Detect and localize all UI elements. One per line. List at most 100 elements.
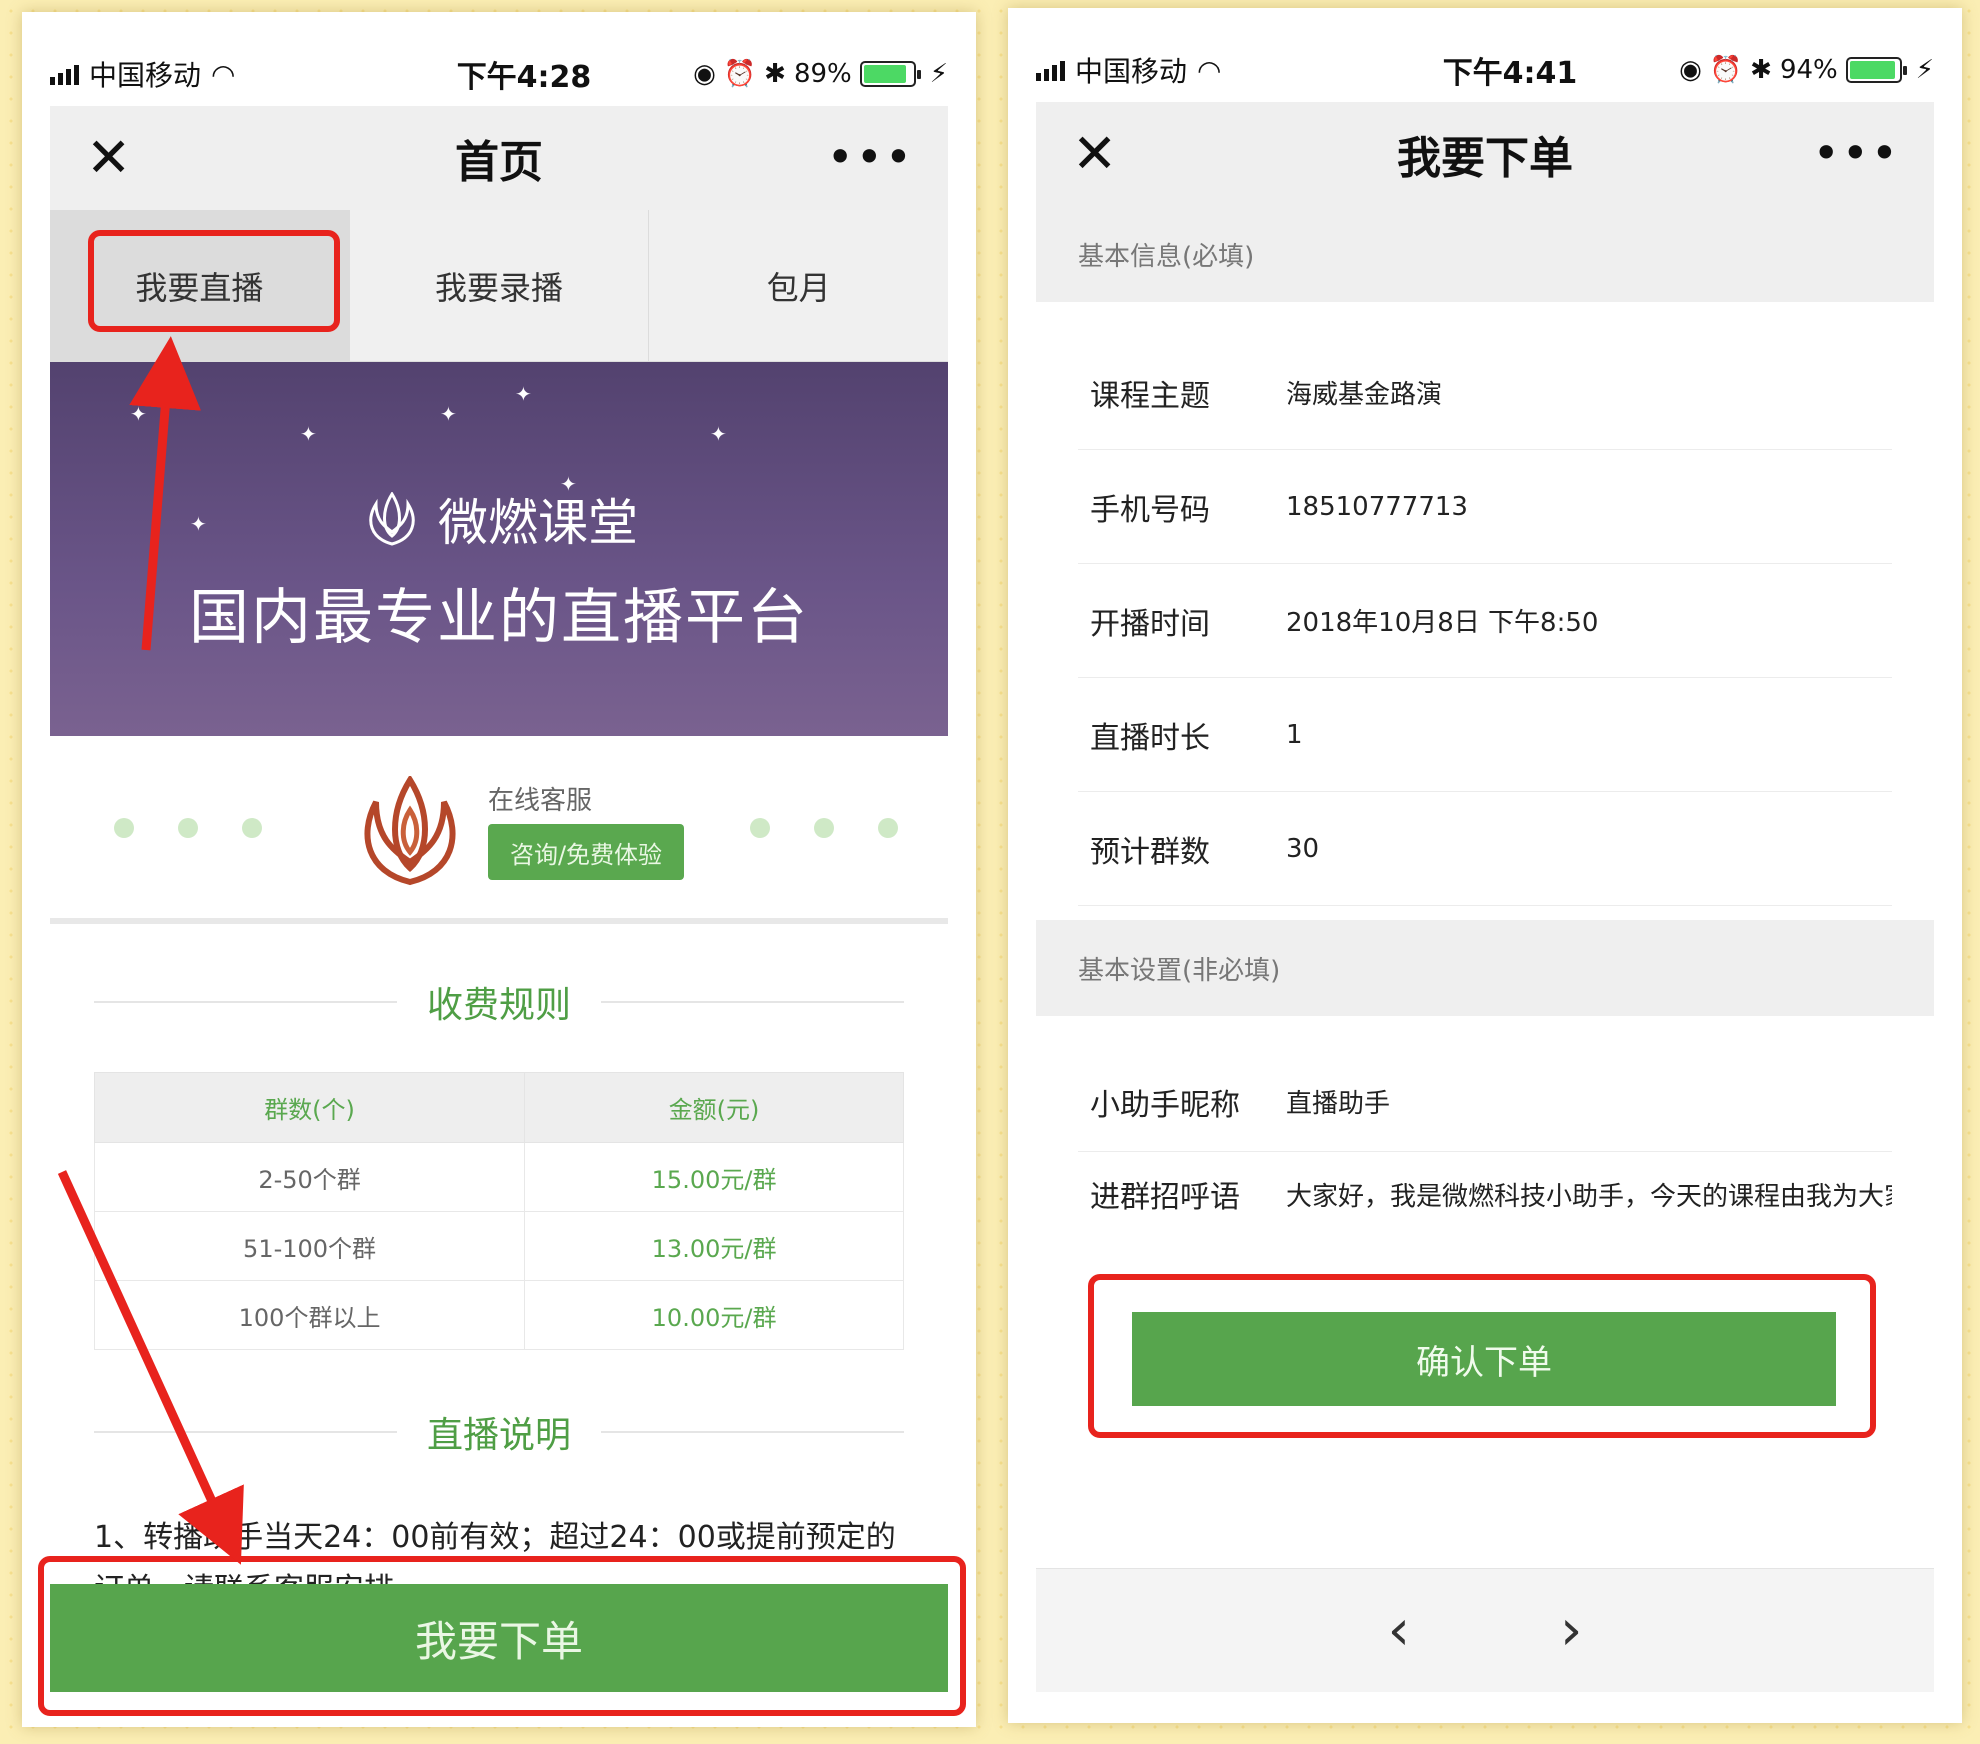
desc-section-title: 直播说明 <box>427 1415 572 1456</box>
star-icon: ✦ <box>300 422 317 446</box>
field-label: 课程主题 <box>1090 378 1210 414</box>
form-row-duration[interactable]: 直播时长 1 <box>1078 678 1892 792</box>
signal-icon <box>50 63 79 85</box>
form-row-phone[interactable]: 手机号码 18510777713 <box>1078 450 1892 564</box>
fee-price-cell: 10.00元/群 <box>524 1280 904 1350</box>
form-row-group-count[interactable]: 预计群数 30 <box>1078 792 1892 906</box>
section-divider <box>50 918 948 924</box>
bottom-nav-bar: ‹ › <box>1036 1568 1934 1692</box>
status-bar: 中国移动 ◠ 下午4:28 ◉ ⏰ ✱ 89% ⚡ <box>50 42 948 106</box>
fee-section-heading: 收费规则 <box>94 972 905 1032</box>
service-label: 在线客服 <box>488 786 593 816</box>
phone-input[interactable]: 18510777713 <box>1286 492 1892 522</box>
decor-dot <box>114 818 134 838</box>
right-phone-screen: 中国移动 ◠ 下午4:41 ◉ ⏰ ✱ 94% ⚡ ✕ 我要下单 ••• 基本信… <box>1008 8 1962 1723</box>
confirm-order-button[interactable]: 确认下单 <box>1132 1312 1836 1406</box>
battery-icon <box>859 61 921 87</box>
battery-icon <box>1845 57 1907 83</box>
page-title: 首页 <box>455 137 543 188</box>
tab-monthly[interactable]: 包月 <box>649 210 948 361</box>
star-icon: ✦ <box>440 402 457 426</box>
field-label: 小助手昵称 <box>1090 1087 1240 1123</box>
settings-header: 基本设置(非必填) <box>1036 920 1934 1016</box>
form-row-assistant-name[interactable]: 小助手昵称 直播助手 <box>1078 1052 1892 1152</box>
carrier-label: 中国移动 <box>89 59 202 92</box>
carrier-label: 中国移动 <box>1075 55 1188 88</box>
star-icon: ✦ <box>190 512 207 536</box>
field-label: 预计群数 <box>1090 834 1210 870</box>
desc-section-heading: 直播说明 <box>94 1402 905 1462</box>
more-icon[interactable]: ••• <box>827 135 914 180</box>
tab-live[interactable]: 我要直播 <box>50 210 350 361</box>
field-label: 开播时间 <box>1090 606 1210 642</box>
signal-icon <box>1036 59 1065 81</box>
banner-brand-text: 微燃课堂 <box>438 493 638 552</box>
fee-groups-cell: 2-50个群 <box>93 1142 526 1212</box>
back-icon[interactable]: ‹ <box>1388 1598 1410 1663</box>
promo-banner[interactable]: ✦ ✦ ✦ ✦ ✦ ✦ ✦ 微燃课堂 国内最专业的直播平台 <box>50 362 948 736</box>
nav-bar: ✕ 我要下单 ••• <box>1036 102 1934 206</box>
field-label: 直播时长 <box>1090 720 1210 756</box>
form-row-start-time[interactable]: 开播时间 2018年10月8日 下午8:50 <box>1078 564 1892 678</box>
star-icon: ✦ <box>560 472 577 496</box>
decor-dot <box>178 818 198 838</box>
orientation-lock-icon: ◉ <box>693 59 716 89</box>
field-label: 进群招呼语 <box>1090 1180 1240 1215</box>
left-phone-screen: 中国移动 ◠ 下午4:28 ◉ ⏰ ✱ 89% ⚡ ✕ 首页 ••• 我要直播 … <box>22 12 976 1727</box>
charging-icon: ⚡ <box>929 59 948 89</box>
decor-dot <box>814 818 834 838</box>
bluetooth-icon: ✱ <box>1750 55 1772 85</box>
form-row-course-topic[interactable]: 课程主题 海威基金路演 <box>1078 336 1892 450</box>
bluetooth-icon: ✱ <box>764 59 786 89</box>
greeting-input[interactable]: 大家好，我是微燃科技小助手，今天的课程由我为大家 <box>1286 1176 1892 1213</box>
duration-input[interactable]: 1 <box>1286 720 1892 750</box>
status-time: 下午4:41 <box>1442 56 1578 91</box>
star-icon: ✦ <box>130 402 147 426</box>
nav-bar: ✕ 首页 ••• <box>50 106 948 210</box>
table-row: 2-50个群 15.00元/群 <box>93 1142 904 1212</box>
fee-section-title: 收费规则 <box>427 985 572 1026</box>
alarm-icon: ⏰ <box>1709 55 1743 85</box>
consult-button[interactable]: 咨询/免费体验 <box>488 824 684 880</box>
field-label: 手机号码 <box>1090 492 1210 528</box>
table-row: 51-100个群 13.00元/群 <box>93 1211 904 1281</box>
battery-percent: 89% <box>793 59 852 89</box>
table-row: 100个群以上 10.00元/群 <box>93 1280 904 1350</box>
flame-logo-icon <box>369 491 415 546</box>
start-time-picker[interactable]: 2018年10月8日 下午8:50 <box>1286 602 1892 639</box>
wifi-icon: ◠ <box>211 57 236 91</box>
orientation-lock-icon: ◉ <box>1679 55 1702 85</box>
status-bar: 中国移动 ◠ 下午4:41 ◉ ⏰ ✱ 94% ⚡ <box>1036 38 1934 102</box>
banner-brand: 微燃课堂 <box>360 483 638 555</box>
course-topic-input[interactable]: 海威基金路演 <box>1286 374 1892 411</box>
status-time: 下午4:28 <box>456 60 592 95</box>
page-title: 我要下单 <box>1397 133 1573 184</box>
battery-percent: 94% <box>1779 55 1838 85</box>
fee-table: 群数(个) 金额(元) 2-50个群 15.00元/群 51-100个群 13.… <box>93 1072 904 1350</box>
close-icon[interactable]: ✕ <box>1072 127 1117 181</box>
banner-slogan: 国内最专业的直播平台 <box>189 582 809 653</box>
fee-price-cell: 13.00元/群 <box>524 1211 904 1281</box>
customer-service-section: 在线客服 咨询/免费体验 <box>50 736 948 916</box>
place-order-button[interactable]: 我要下单 <box>50 1584 948 1692</box>
group-count-input[interactable]: 30 <box>1286 834 1892 864</box>
assistant-name-input[interactable]: 直播助手 <box>1286 1083 1892 1120</box>
alarm-icon: ⏰ <box>723 59 757 89</box>
star-icon: ✦ <box>710 422 727 446</box>
fee-groups-cell: 51-100个群 <box>93 1211 526 1281</box>
decor-dot <box>242 818 262 838</box>
more-icon[interactable]: ••• <box>1813 131 1900 176</box>
tab-recorded[interactable]: 我要录播 <box>350 210 650 361</box>
close-icon[interactable]: ✕ <box>86 131 131 185</box>
forward-icon[interactable]: › <box>1560 1598 1582 1663</box>
decor-dot <box>878 818 898 838</box>
fee-price-cell: 15.00元/群 <box>524 1142 904 1212</box>
form-row-greeting[interactable]: 进群招呼语 大家好，我是微燃科技小助手，今天的课程由我为大家 <box>1078 1152 1892 1236</box>
tab-bar: 我要直播 我要录播 包月 <box>50 210 948 362</box>
basic-info-header: 基本信息(必填) <box>1036 206 1934 302</box>
fee-groups-cell: 100个群以上 <box>93 1280 526 1350</box>
wifi-icon: ◠ <box>1197 53 1222 87</box>
flame-logo-icon <box>364 776 456 886</box>
charging-icon: ⚡ <box>1915 55 1934 85</box>
fee-header-amount: 金额(元) <box>524 1072 904 1143</box>
